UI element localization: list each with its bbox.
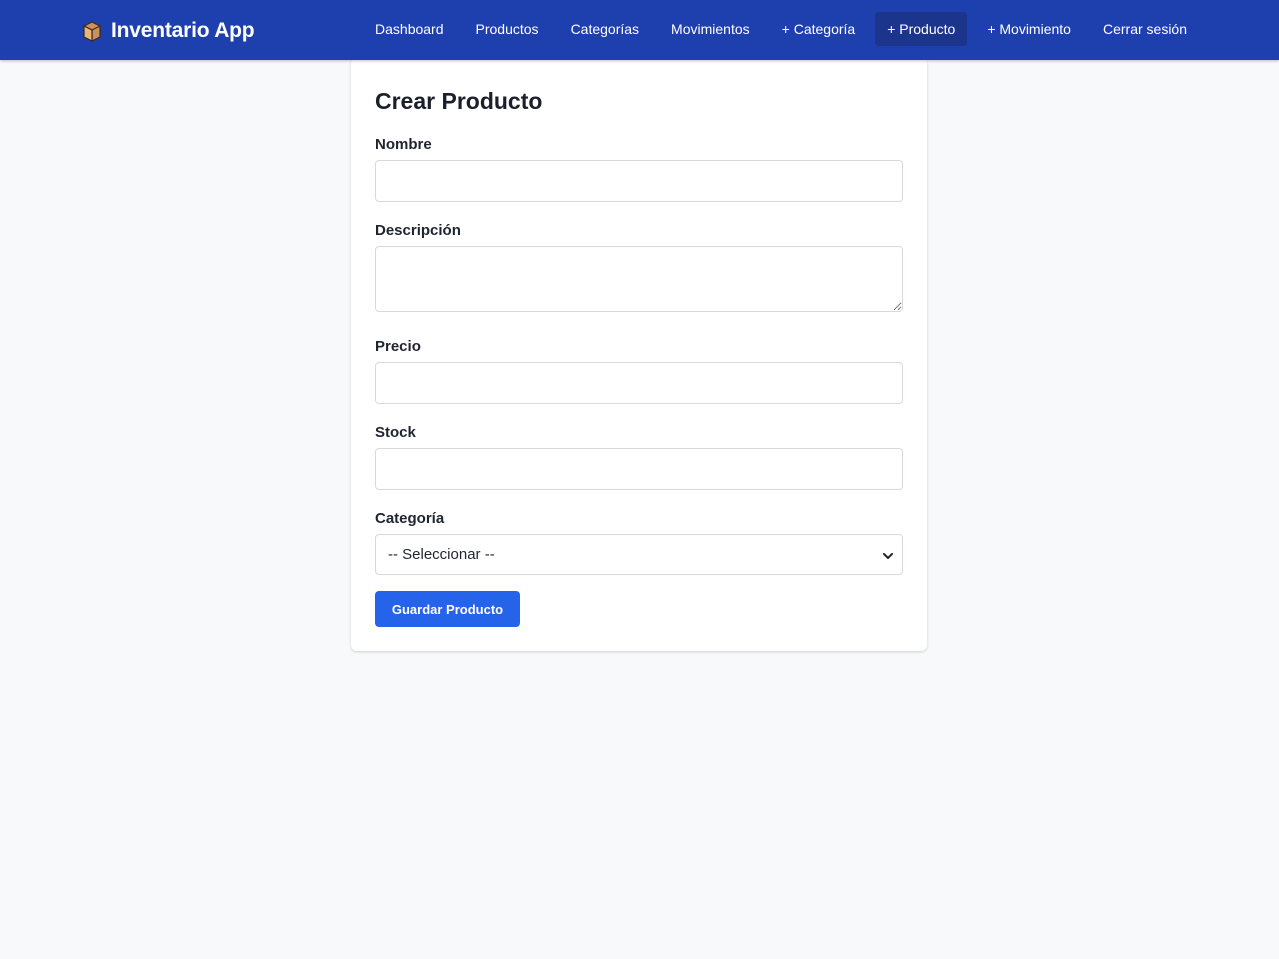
nombre-label: Nombre — [375, 136, 432, 153]
nav-link-dashboard[interactable]: Dashboard — [363, 12, 456, 46]
nav-link-add-categoria[interactable]: + Categoría — [770, 12, 868, 46]
nav-link-add-movimiento[interactable]: + Movimiento — [975, 12, 1083, 46]
page-title: Crear Producto — [375, 88, 543, 114]
stock-input[interactable] — [375, 448, 903, 490]
stock-label: Stock — [375, 424, 416, 441]
brand-title: Inventario App — [111, 19, 255, 42]
nav-link-categorias[interactable]: Categorías — [559, 12, 651, 46]
chevron-down-icon — [882, 549, 894, 561]
create-product-card: Crear Producto Nombre Descripción Precio… — [351, 58, 927, 651]
precio-label: Precio — [375, 338, 421, 355]
nombre-input[interactable] — [375, 160, 903, 202]
nav-link-productos[interactable]: Productos — [464, 12, 551, 46]
brand[interactable]: Inventario App — [81, 17, 255, 45]
nav-links: Dashboard Productos Categorías Movimient… — [355, 12, 1199, 46]
nav-link-add-producto[interactable]: + Producto — [875, 12, 968, 46]
categoria-select[interactable]: -- Seleccionar -- — [375, 534, 903, 575]
precio-input[interactable] — [375, 362, 903, 404]
descripcion-textarea[interactable] — [375, 246, 903, 312]
descripcion-label: Descripción — [375, 222, 461, 239]
categoria-label: Categoría — [375, 510, 445, 527]
nav-link-movimientos[interactable]: Movimientos — [659, 12, 762, 46]
save-product-button[interactable]: Guardar Producto — [375, 591, 520, 627]
navbar: Inventario App Dashboard Productos Categ… — [0, 0, 1279, 60]
nav-link-logout[interactable]: Cerrar sesión — [1091, 12, 1199, 46]
package-box-icon — [81, 20, 103, 42]
categoria-selected-value: -- Seleccionar -- — [388, 546, 495, 563]
